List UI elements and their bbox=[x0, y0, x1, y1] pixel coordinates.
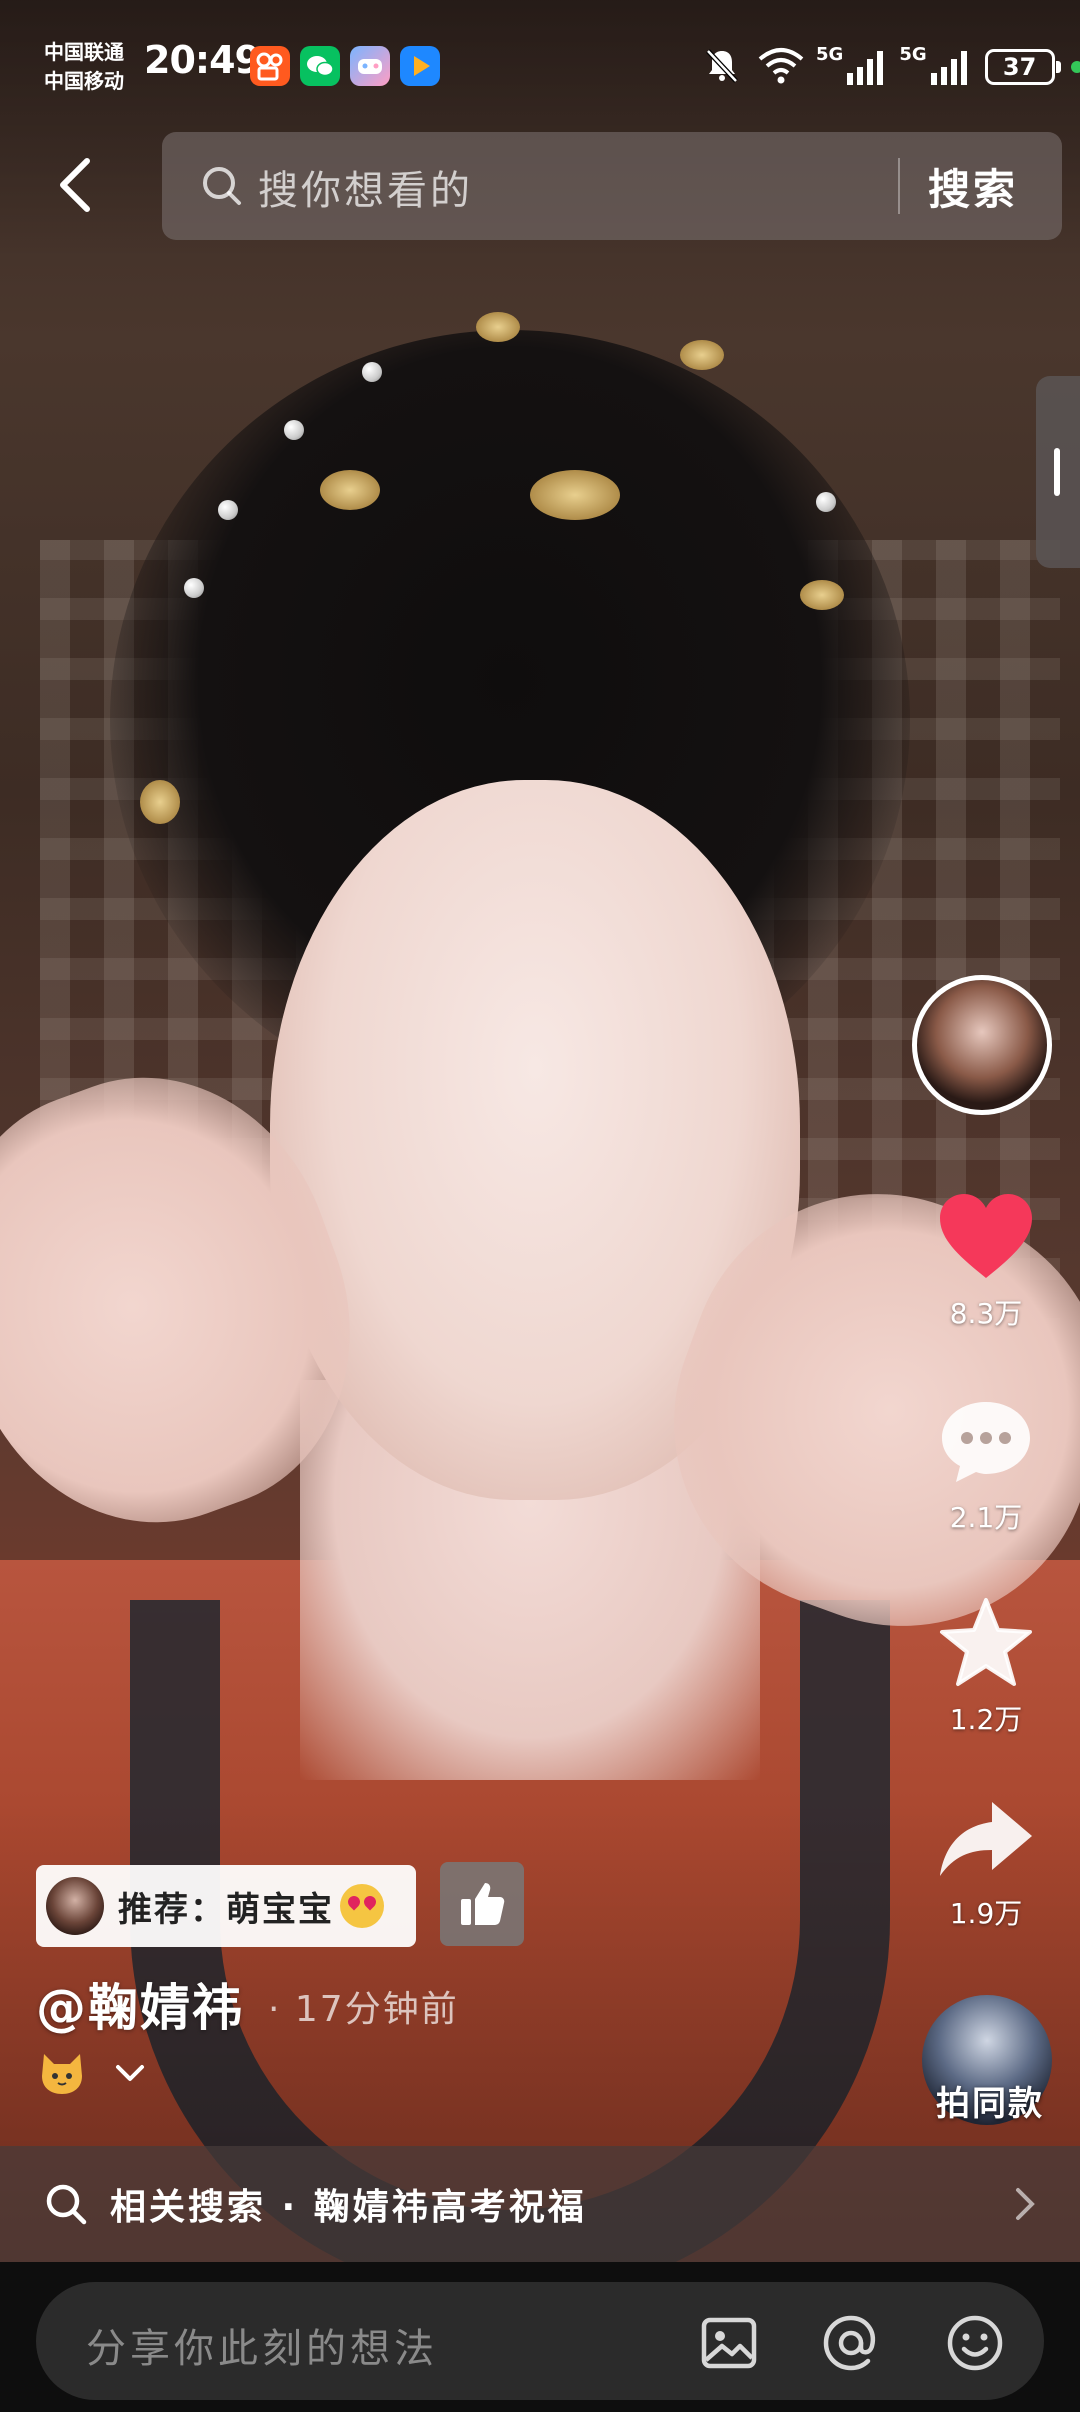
search-bar[interactable]: 搜你想看的 搜索 bbox=[162, 132, 1062, 240]
search-icon bbox=[42, 2180, 90, 2228]
expand-caption-chevron-down-icon[interactable] bbox=[110, 2058, 150, 2088]
status-bar: 中国联通 中国移动 20:49 5G 5G 37 bbox=[0, 0, 1080, 130]
related-search-bar[interactable]: 相关搜索 · 鞠婧祎高考祝福 bbox=[0, 2146, 1080, 2262]
comment-input-bar: 分享你此刻的想法 bbox=[0, 2262, 1080, 2412]
back-arrow-icon bbox=[60, 158, 90, 212]
hair-ornament bbox=[320, 470, 380, 510]
carrier-1: 中国联通 bbox=[44, 40, 124, 64]
video-player-icon bbox=[400, 46, 440, 86]
game-center-icon bbox=[350, 46, 390, 86]
cat-emoji-icon bbox=[38, 2050, 86, 2096]
kuaishou-icon bbox=[250, 46, 290, 86]
privacy-indicator-dot bbox=[1070, 61, 1080, 73]
comment-button[interactable]: 2.1万 bbox=[906, 1396, 1066, 1536]
favorite-button[interactable]: 1.2万 bbox=[906, 1596, 1066, 1738]
network-type-1: 5G bbox=[816, 44, 844, 65]
battery-indicator: 37 bbox=[984, 49, 1061, 85]
signal-icon bbox=[847, 49, 884, 85]
favorite-count: 1.2万 bbox=[949, 1703, 1023, 1736]
comment-placeholder: 分享你此刻的想法 bbox=[86, 2326, 438, 2372]
emoji-picker-icon[interactable] bbox=[944, 2312, 1006, 2374]
share-count: 1.9万 bbox=[949, 1897, 1023, 1930]
like-button[interactable]: 8.3万 bbox=[906, 1192, 1066, 1332]
wifi-icon bbox=[756, 43, 806, 91]
star-icon bbox=[940, 1598, 1032, 1686]
back-button[interactable] bbox=[40, 145, 110, 225]
hair-ornament bbox=[800, 580, 844, 610]
like-count: 8.3万 bbox=[949, 1297, 1023, 1330]
recommend-chip[interactable]: 推荐：萌宝宝 bbox=[36, 1865, 416, 1947]
comment-count: 2.1万 bbox=[949, 1501, 1023, 1534]
same-style-button[interactable]: 拍同款 bbox=[900, 2076, 1080, 2125]
mute-bell-icon bbox=[700, 43, 744, 91]
heart-eyes-emoji-icon bbox=[340, 1884, 384, 1928]
search-icon bbox=[198, 162, 246, 210]
post-time: · 17分钟前 bbox=[268, 1989, 459, 2030]
comment-icon bbox=[942, 1402, 1030, 1482]
hair-ornament bbox=[476, 312, 520, 342]
network-type-2: 5G bbox=[899, 44, 927, 65]
heart-icon bbox=[940, 1194, 1032, 1278]
wechat-icon bbox=[300, 46, 340, 86]
carrier-2: 中国移动 bbox=[44, 69, 124, 93]
status-time: 20:49 bbox=[144, 38, 261, 82]
hair-ornament bbox=[140, 780, 180, 824]
carrier-info: 中国联通 中国移动 bbox=[44, 38, 124, 96]
share-button[interactable]: 1.9万 bbox=[906, 1796, 1066, 1932]
status-icons-right: 5G 5G 37 bbox=[700, 42, 1080, 92]
mention-at-icon[interactable] bbox=[820, 2312, 882, 2374]
recommend-avatar bbox=[46, 1877, 104, 1935]
comment-input[interactable]: 分享你此刻的想法 bbox=[36, 2282, 1044, 2400]
signal-icon bbox=[930, 49, 967, 85]
search-input[interactable]: 搜你想看的 bbox=[258, 158, 473, 216]
related-search-text: 相关搜索 · 鞠婧祎高考祝福 bbox=[110, 2187, 587, 2228]
hair-pearl bbox=[284, 420, 304, 440]
author-avatar[interactable] bbox=[912, 975, 1052, 1115]
hair-pearl bbox=[816, 492, 836, 512]
hair-pearl bbox=[184, 578, 204, 598]
hair-ornament bbox=[530, 470, 620, 520]
share-arrow-icon bbox=[940, 1802, 1032, 1876]
hair-ornament bbox=[680, 340, 724, 370]
side-drawer-handle[interactable] bbox=[1036, 376, 1080, 568]
search-divider bbox=[898, 158, 900, 214]
recommend-text: 推荐：萌宝宝 bbox=[118, 1889, 334, 1930]
image-picker-icon[interactable] bbox=[698, 2312, 760, 2374]
author-name[interactable]: @鞠婧祎 bbox=[36, 1968, 244, 2040]
hair-pearl bbox=[218, 500, 238, 520]
search-button[interactable]: 搜索 bbox=[928, 156, 1018, 217]
chevron-right-icon bbox=[1010, 2184, 1040, 2224]
thumbs-up-icon bbox=[461, 1883, 505, 1925]
hair-pearl bbox=[362, 362, 382, 382]
recommend-like-button[interactable] bbox=[440, 1862, 524, 1946]
